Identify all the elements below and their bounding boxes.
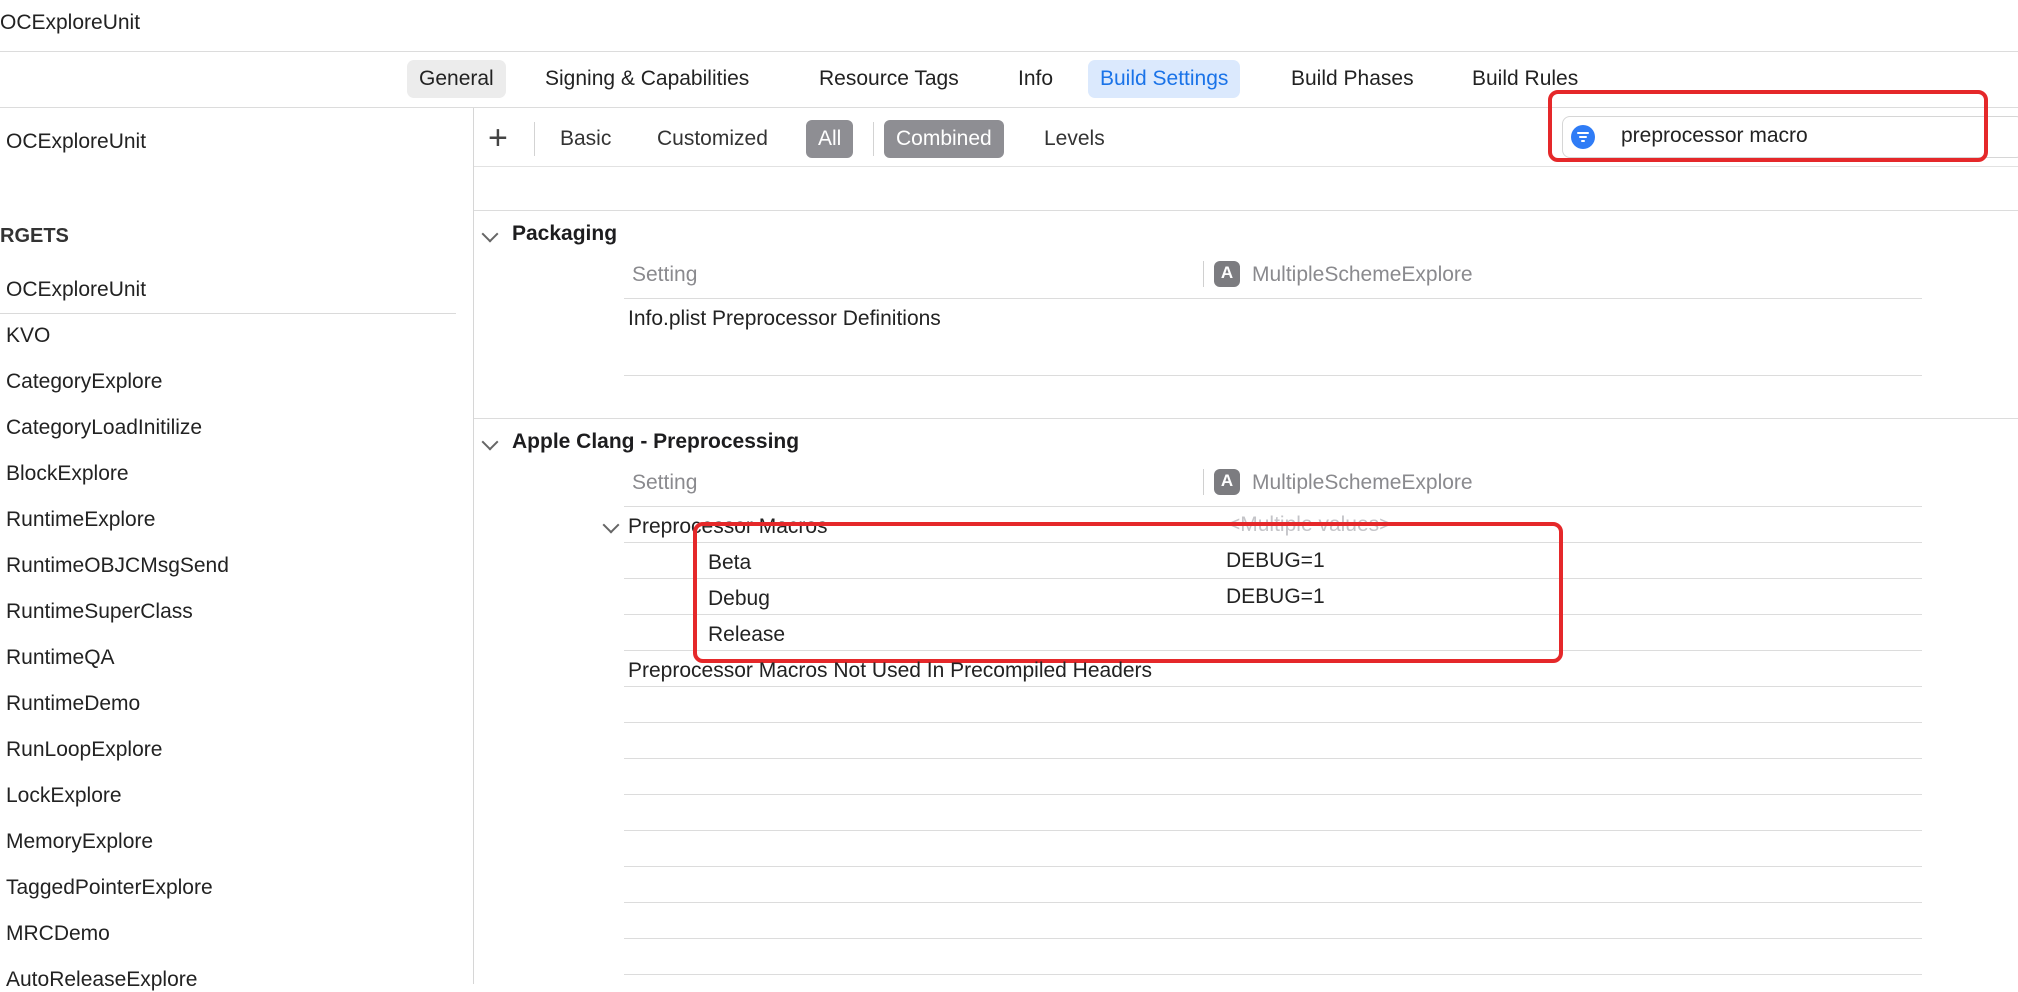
empty-row-line bbox=[624, 938, 1922, 939]
empty-row-line bbox=[624, 758, 1922, 759]
chevron-down-icon[interactable] bbox=[481, 433, 499, 451]
app-target-icon bbox=[1214, 469, 1240, 495]
view-levels-button[interactable]: Levels bbox=[1032, 120, 1117, 158]
column-header-target: MultipleSchemeExplore bbox=[1252, 263, 1473, 286]
search-highlight-box bbox=[1548, 90, 1988, 162]
add-setting-button[interactable]: + bbox=[488, 116, 508, 160]
setting-row-label[interactable]: Preprocessor Macros Not Used In Precompi… bbox=[628, 659, 1152, 683]
section-title-packaging: Packaging bbox=[512, 222, 618, 245]
sidebar-target-item[interactable]: MemoryExplore bbox=[6, 830, 153, 854]
column-header-setting: Setting bbox=[632, 263, 698, 286]
toolbar-divider bbox=[873, 122, 874, 156]
sidebar-target-item[interactable]: LockExplore bbox=[6, 784, 122, 808]
sidebar-target-item[interactable]: RuntimeQA bbox=[6, 646, 115, 670]
empty-row-line bbox=[624, 866, 1922, 867]
filter-all-button[interactable]: All bbox=[806, 120, 854, 158]
tab-resource-tags[interactable]: Resource Tags bbox=[807, 60, 971, 98]
tab-general[interactable]: General bbox=[407, 60, 506, 98]
divider bbox=[474, 418, 2018, 419]
tab-build-settings[interactable]: Build Settings bbox=[1088, 60, 1241, 98]
window-title: OCExploreUnit bbox=[0, 11, 141, 34]
sidebar-target-item[interactable]: KVO bbox=[6, 324, 50, 348]
view-combined-button[interactable]: Combined bbox=[884, 120, 1004, 158]
title-bar: OCExploreUnit bbox=[0, 0, 2018, 52]
chevron-down-icon[interactable] bbox=[602, 516, 620, 534]
sidebar-target-item[interactable]: RuntimeSuperClass bbox=[6, 600, 193, 624]
column-header-target: MultipleSchemeExplore bbox=[1252, 471, 1473, 494]
divider bbox=[624, 686, 1922, 687]
empty-row-line bbox=[624, 974, 1922, 975]
filter-customized-button[interactable]: Customized bbox=[645, 120, 780, 158]
sidebar-project-item[interactable]: OCExploreUnit bbox=[6, 130, 146, 154]
divider bbox=[624, 375, 1922, 376]
macros-highlight-box bbox=[693, 522, 1563, 663]
app-target-icon bbox=[1214, 261, 1240, 287]
divider bbox=[474, 210, 2018, 211]
divider bbox=[624, 298, 1922, 299]
setting-row-label[interactable]: Info.plist Preprocessor Definitions bbox=[628, 307, 941, 331]
sidebar-target-item[interactable]: RunLoopExplore bbox=[6, 738, 162, 762]
sidebar-divider bbox=[0, 313, 456, 314]
sidebar-target-item[interactable]: MRCDemo bbox=[6, 922, 110, 946]
sidebar-target-item[interactable]: BlockExplore bbox=[6, 462, 129, 486]
empty-row-line bbox=[624, 902, 1922, 903]
project-navigator-sidebar: OCExploreUnit RGETS OCExploreUnit KVO Ca… bbox=[0, 108, 474, 991]
divider bbox=[624, 506, 1922, 507]
sidebar-target-item[interactable]: TaggedPointerExplore bbox=[6, 876, 213, 900]
tab-info[interactable]: Info bbox=[1006, 60, 1065, 98]
toolbar-divider bbox=[534, 122, 535, 156]
tab-signing-capabilities[interactable]: Signing & Capabilities bbox=[533, 60, 761, 98]
column-separator bbox=[1203, 261, 1204, 287]
sidebar-target-item[interactable]: OCExploreUnit bbox=[6, 278, 146, 302]
sidebar-target-item[interactable]: CategoryLoadInitilize bbox=[6, 416, 202, 440]
sidebar-target-item[interactable]: CategoryExplore bbox=[6, 370, 162, 394]
filter-basic-button[interactable]: Basic bbox=[548, 120, 623, 158]
column-separator bbox=[1203, 469, 1204, 495]
empty-row-line bbox=[624, 722, 1922, 723]
section-title-clang-preprocessing: Apple Clang - Preprocessing bbox=[512, 430, 800, 453]
sidebar-target-item[interactable]: RuntimeOBJCMsgSend bbox=[6, 554, 229, 578]
sidebar-target-item[interactable]: AutoReleaseExplore bbox=[6, 968, 197, 992]
targets-header: RGETS bbox=[0, 225, 69, 247]
sidebar-target-item[interactable]: RuntimeDemo bbox=[6, 692, 140, 716]
tab-build-phases[interactable]: Build Phases bbox=[1279, 60, 1426, 98]
sidebar-target-item[interactable]: RuntimeExplore bbox=[6, 508, 155, 532]
column-header-setting: Setting bbox=[632, 471, 698, 494]
empty-row-line bbox=[624, 830, 1922, 831]
empty-row-line bbox=[624, 794, 1922, 795]
chevron-down-icon[interactable] bbox=[481, 225, 499, 243]
